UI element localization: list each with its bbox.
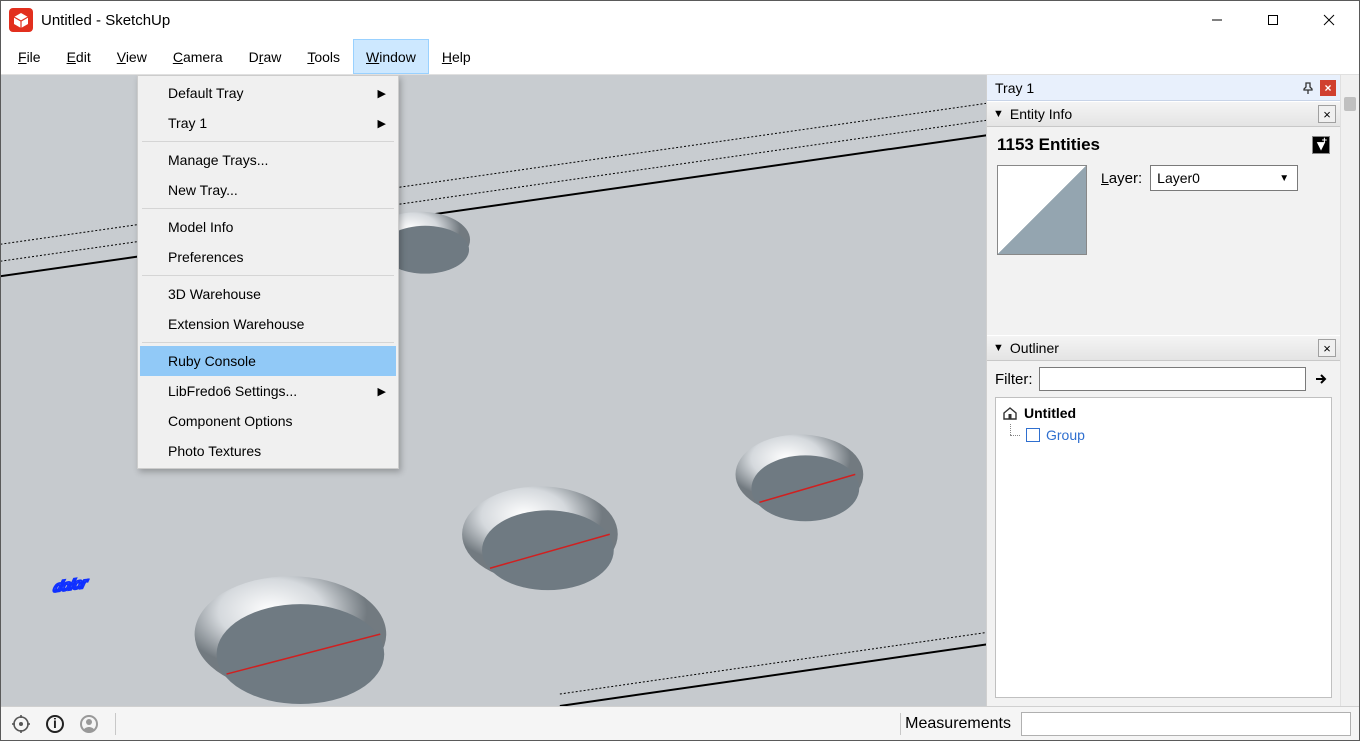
viewport[interactable]: OREM dolor Default Tray▶ Tray 1▶ Manage … xyxy=(1,75,986,706)
tray-scrollbar[interactable] xyxy=(1340,75,1359,706)
menu-separator xyxy=(142,208,394,209)
menu-separator xyxy=(142,342,394,343)
tray-close-icon[interactable]: × xyxy=(1320,80,1336,96)
panel-title: Entity Info xyxy=(1010,106,1072,122)
menu-file[interactable]: File xyxy=(5,39,54,74)
menu-item-label: 3D Warehouse xyxy=(168,286,261,302)
home-icon xyxy=(1002,405,1018,421)
menu-draw[interactable]: Draw xyxy=(236,39,295,74)
panel-close-icon[interactable]: × xyxy=(1318,339,1336,357)
entity-info-body: 1153 Entities ▾+ Layer: Layer0 ▼ xyxy=(987,127,1340,265)
collapse-icon: ▼ xyxy=(993,108,1004,120)
user-icon[interactable] xyxy=(77,712,101,736)
menu-item-model-info[interactable]: Model Info xyxy=(140,212,396,242)
chevron-down-icon: ▼ xyxy=(1275,170,1293,186)
menu-item-extension-warehouse[interactable]: Extension Warehouse xyxy=(140,309,396,339)
outliner-header[interactable]: ▼ Outliner × xyxy=(987,335,1340,361)
measurements-label: Measurements xyxy=(905,715,1011,733)
layer-combo[interactable]: Layer0 ▼ xyxy=(1150,165,1298,191)
svg-text:i: i xyxy=(53,715,57,731)
window-title: Untitled - SketchUp xyxy=(41,12,170,29)
menubar: File Edit View Camera Draw Tools Window … xyxy=(1,39,1359,75)
menu-tools[interactable]: Tools xyxy=(294,39,353,74)
titlebar: Untitled - SketchUp xyxy=(1,1,1359,39)
menu-item-ruby-console[interactable]: Ruby Console xyxy=(140,346,396,376)
menu-item-label: Extension Warehouse xyxy=(168,316,304,332)
menu-item-libfredo6-settings[interactable]: LibFredo6 Settings... ▶ xyxy=(140,376,396,406)
menu-view[interactable]: View xyxy=(104,39,160,74)
tree-root[interactable]: Untitled xyxy=(1002,402,1325,424)
material-swatch[interactable] xyxy=(997,165,1087,255)
menu-item-label: Preferences xyxy=(168,249,243,265)
scrollbar-thumb[interactable] xyxy=(1344,97,1356,111)
filter-label: Filter: xyxy=(995,371,1033,388)
window-controls xyxy=(1189,1,1357,39)
submenu-arrow-icon: ▶ xyxy=(378,385,386,398)
outliner-tree: Untitled Group xyxy=(995,397,1332,698)
menu-item-default-tray[interactable]: Default Tray ▶ xyxy=(140,78,396,108)
menu-item-label: Photo Textures xyxy=(168,443,261,459)
menu-separator xyxy=(142,275,394,276)
menu-item-3d-warehouse[interactable]: 3D Warehouse xyxy=(140,279,396,309)
details-arrow-icon[interactable] xyxy=(1312,369,1332,389)
filter-input[interactable] xyxy=(1039,367,1307,391)
tree-item-group[interactable]: Group xyxy=(1002,424,1325,446)
collapse-icon: ▼ xyxy=(993,342,1004,354)
menu-item-label: LibFredo6 Settings... xyxy=(168,383,297,399)
menu-item-new-tray[interactable]: New Tray... xyxy=(140,175,396,205)
menu-item-label: Ruby Console xyxy=(168,353,256,369)
menu-edit[interactable]: Edit xyxy=(54,39,104,74)
tree-item-label: Group xyxy=(1046,427,1085,443)
menu-item-label: Component Options xyxy=(168,413,293,429)
outliner-body: Filter: Untitled Group xyxy=(987,361,1340,706)
menu-item-component-options[interactable]: Component Options xyxy=(140,406,396,436)
submenu-arrow-icon: ▶ xyxy=(378,117,386,130)
geolocation-icon[interactable] xyxy=(9,712,33,736)
minimize-button[interactable] xyxy=(1189,1,1245,39)
menu-item-label: New Tray... xyxy=(168,182,238,198)
app-icon xyxy=(9,8,33,32)
group-icon xyxy=(1026,428,1040,442)
submenu-arrow-icon: ▶ xyxy=(378,87,386,100)
menu-separator xyxy=(142,141,394,142)
separator xyxy=(900,713,901,735)
menu-item-photo-textures[interactable]: Photo Textures xyxy=(140,436,396,466)
entity-info-header[interactable]: ▼ Entity Info × xyxy=(987,101,1340,127)
tray-title: Tray 1 xyxy=(995,80,1034,96)
maximize-button[interactable] xyxy=(1245,1,1301,39)
entity-count-label: 1153 Entities xyxy=(997,135,1100,155)
menu-item-preferences[interactable]: Preferences xyxy=(140,242,396,272)
content-area: OREM dolor Default Tray▶ Tray 1▶ Manage … xyxy=(1,75,1359,706)
pin-icon[interactable] xyxy=(1300,80,1316,96)
menu-item-label: Default Tray xyxy=(168,85,243,101)
menu-item-label: Model Info xyxy=(168,219,233,235)
window-menu-dropdown: Default Tray ▶ Tray 1 ▶ Manage Trays... Ne… xyxy=(137,75,399,469)
menu-item-manage-trays[interactable]: Manage Trays... xyxy=(140,145,396,175)
credits-icon[interactable]: i xyxy=(43,712,67,736)
panel-title: Outliner xyxy=(1010,340,1059,356)
separator xyxy=(115,713,116,735)
menu-camera[interactable]: Camera xyxy=(160,39,236,74)
tray-panel: Tray 1 × ▼ Entity Info × 1153 Entities ▾… xyxy=(986,75,1359,706)
menu-help[interactable]: Help xyxy=(429,39,484,74)
layer-value: Layer0 xyxy=(1157,170,1200,186)
menu-window[interactable]: Window xyxy=(353,39,429,74)
menu-item-label: Tray 1 xyxy=(168,115,207,131)
close-button[interactable] xyxy=(1301,1,1357,39)
panel-close-icon[interactable]: × xyxy=(1318,105,1336,123)
layer-label: Layer: xyxy=(1101,170,1142,187)
statusbar: i Measurements xyxy=(1,706,1359,740)
menu-item-tray1[interactable]: Tray 1 ▶ xyxy=(140,108,396,138)
tray-header: Tray 1 × xyxy=(987,75,1340,101)
menu-item-label: Manage Trays... xyxy=(168,152,268,168)
tree-root-label: Untitled xyxy=(1024,405,1076,421)
expand-details-icon[interactable]: ▾+ xyxy=(1312,136,1330,154)
measurements-input[interactable] xyxy=(1021,712,1351,736)
